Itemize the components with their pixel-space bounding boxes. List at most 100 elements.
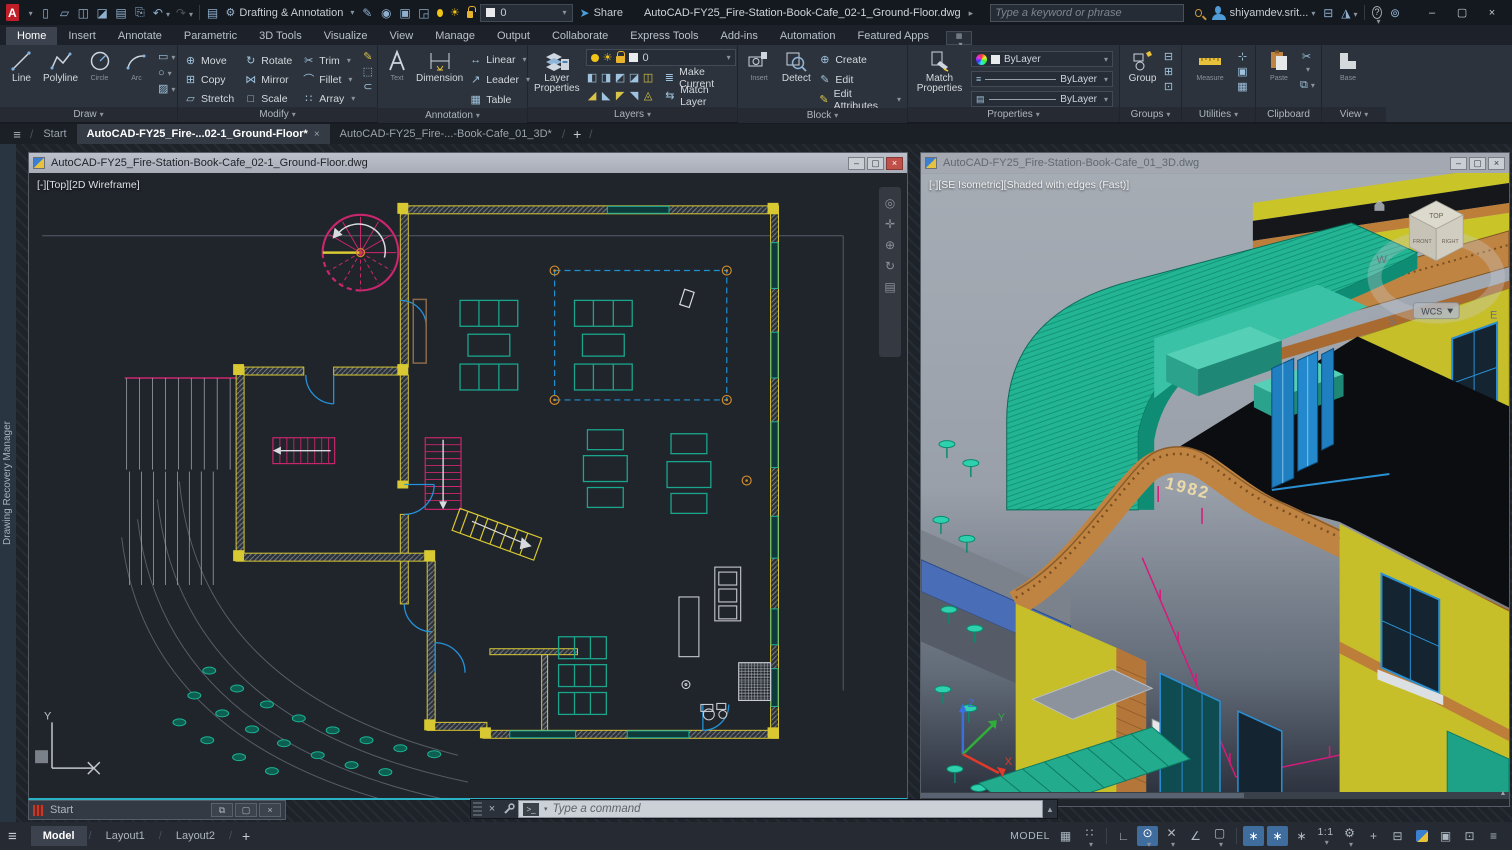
viewcube-east-label[interactable]: E bbox=[1490, 310, 1497, 322]
annotation-visibility-icon[interactable]: ∗ bbox=[1243, 826, 1264, 846]
array-button[interactable]: Array bbox=[302, 90, 355, 107]
zoom-icon[interactable]: ⊕ bbox=[885, 239, 895, 251]
viewport-2d[interactable]: [-][Top][2D Wireframe] ◎ ✛ ⊕ ↻ ▤ bbox=[29, 173, 907, 798]
minimized-start-window[interactable]: Start ⧉ ▢ × bbox=[28, 800, 286, 820]
ribbon-tab-automation[interactable]: Automation bbox=[769, 27, 847, 45]
redo-icon[interactable]: ↷ bbox=[176, 6, 192, 20]
polyline-button[interactable]: Polyline bbox=[43, 49, 78, 84]
fillet-button[interactable]: Fillet bbox=[302, 71, 355, 88]
viewcube-west-label[interactable]: W bbox=[1376, 254, 1387, 266]
quick-layer-combo[interactable]: 0 bbox=[480, 4, 572, 22]
notifications-icon[interactable]: ⊚ bbox=[1389, 6, 1401, 20]
modify-panel-label[interactable]: Modify bbox=[178, 107, 377, 122]
lineweight-combo[interactable]: ≡ ByLayer bbox=[971, 71, 1113, 87]
layer-off-icon[interactable]: ◧ bbox=[586, 72, 599, 86]
rotate-button[interactable]: Rotate bbox=[244, 52, 292, 69]
app-close-button[interactable]: × bbox=[1478, 3, 1506, 23]
measure-button[interactable]: Measure bbox=[1188, 49, 1232, 84]
save-icon[interactable]: ◫ bbox=[77, 6, 89, 20]
linear-button[interactable]: Linear bbox=[469, 51, 530, 68]
ribbon-display-toggle[interactable]: ▦ bbox=[946, 31, 972, 45]
quick-calc-icon[interactable]: ▦ bbox=[1236, 81, 1249, 93]
window-2d-titlebar[interactable]: AutoCAD-FY25_Fire-Station-Book-Cafe_02-1… bbox=[29, 153, 907, 173]
viewport-2d-label[interactable]: [-][Top][2D Wireframe] bbox=[37, 179, 140, 191]
app-minimize-button[interactable]: – bbox=[1418, 3, 1446, 23]
pan-icon[interactable]: ✛ bbox=[885, 218, 895, 230]
scrollbar-arrow-icon[interactable]: ▲ bbox=[1497, 790, 1509, 799]
window-2d-minimize-button[interactable]: – bbox=[848, 157, 865, 170]
window-2d-restore-button[interactable]: ▢ bbox=[867, 157, 884, 170]
layout1-tab[interactable]: Layout1 bbox=[94, 826, 157, 846]
batch-plot-icon[interactable]: ⎘ bbox=[134, 5, 146, 20]
file-tab-menu-icon[interactable]: ≡ bbox=[4, 124, 30, 144]
hatch-icon[interactable] bbox=[158, 83, 171, 96]
text-button[interactable]: Text bbox=[384, 49, 410, 84]
command-line-close-icon[interactable]: × bbox=[484, 800, 500, 818]
undo-icon[interactable]: ↶ bbox=[153, 6, 169, 20]
window-3d-minimize-button[interactable]: – bbox=[1450, 157, 1467, 170]
window-2d-close-button[interactable]: × bbox=[886, 157, 903, 170]
insert-block-button[interactable]: Insert bbox=[744, 49, 774, 84]
window-3d-close-button[interactable]: × bbox=[1488, 157, 1505, 170]
layout-menu-icon[interactable]: ≡ bbox=[8, 828, 17, 845]
annotation-scale-icon[interactable]: ∗ bbox=[1291, 826, 1312, 846]
isolate-objects-icon[interactable]: ▣ bbox=[1435, 826, 1456, 846]
ribbon-tab-add-ins[interactable]: Add-ins bbox=[710, 27, 769, 45]
autodesk-access-icon[interactable]: ◮ bbox=[1341, 6, 1357, 20]
ribbon-tab-output[interactable]: Output bbox=[486, 27, 541, 45]
showmotion-icon[interactable]: ▤ bbox=[884, 281, 895, 293]
viewport-3d[interactable]: [-][SE Isometric][Shaded with edges (Fas… bbox=[921, 173, 1509, 799]
viewcube-top-face[interactable]: TOP bbox=[1429, 213, 1444, 220]
groups-panel-label[interactable]: Groups bbox=[1120, 107, 1181, 122]
isodraft-icon[interactable]: ✕ bbox=[1161, 826, 1182, 846]
pen-tool-icon[interactable]: ✎ bbox=[361, 6, 373, 20]
command-expand-icon[interactable]: ▲ bbox=[1043, 800, 1057, 818]
layer-thaw-all-icon[interactable]: ◤ bbox=[614, 90, 627, 104]
plot-icon[interactable]: ▤ bbox=[115, 6, 127, 20]
units-icon[interactable]: ⊟ bbox=[1387, 826, 1408, 846]
join-icon[interactable] bbox=[361, 81, 374, 93]
start-window-maximize-button[interactable]: ▢ bbox=[235, 803, 257, 817]
trim-button[interactable]: Trim bbox=[302, 52, 355, 69]
layout2-tab[interactable]: Layout2 bbox=[164, 826, 227, 846]
layer-isolate-icon[interactable]: ◨ bbox=[600, 72, 613, 86]
make-current-button[interactable]: Make Current bbox=[664, 71, 736, 85]
layer-properties-button[interactable]: Layer Properties bbox=[534, 49, 580, 94]
search-input[interactable] bbox=[995, 7, 1179, 19]
block-panel-label[interactable]: Block bbox=[738, 108, 907, 123]
file-tab-ground-floor[interactable]: AutoCAD-FY25_Fire-...02-1_Ground-Floor* … bbox=[77, 124, 330, 144]
help-icon[interactable]: ? bbox=[1372, 6, 1382, 19]
ellipse-icon[interactable] bbox=[158, 67, 171, 80]
model-3d-canvas[interactable]: 1982 bbox=[921, 173, 1509, 799]
annotation-panel-label[interactable]: Annotation bbox=[378, 108, 527, 123]
floor-plan-canvas[interactable]: Y bbox=[29, 173, 907, 798]
graphics-performance-icon[interactable] bbox=[1411, 826, 1432, 846]
explode-icon[interactable] bbox=[361, 66, 374, 78]
share-button[interactable]: ➤ Share bbox=[580, 6, 623, 20]
viewport-3d-label[interactable]: [-][SE Isometric][Shaded with edges (Fas… bbox=[929, 179, 1129, 191]
audit-icon[interactable]: ◲ bbox=[418, 6, 430, 20]
ribbon-tab-featured-apps[interactable]: Featured Apps bbox=[846, 27, 940, 45]
linetype-combo[interactable]: ▤ ByLayer bbox=[971, 91, 1113, 107]
layer-on-all-icon[interactable]: ◢ bbox=[586, 90, 599, 104]
copy-button[interactable]: Copy bbox=[184, 71, 234, 88]
object-snap-icon[interactable]: ▢ bbox=[1209, 826, 1230, 846]
layer-match-icon[interactable]: ◬ bbox=[642, 90, 655, 104]
edit-attributes-button[interactable]: Edit Attributes bbox=[818, 91, 901, 108]
copy-clip-icon[interactable]: ⧉ bbox=[1300, 79, 1313, 92]
command-line-grip[interactable] bbox=[473, 802, 482, 816]
command-line-bar[interactable]: × >_ ▾ ▲ bbox=[470, 799, 1058, 819]
ribbon-tab-collaborate[interactable]: Collaborate bbox=[541, 27, 619, 45]
layers-panel-label[interactable]: Layers bbox=[528, 107, 737, 122]
clipboard-panel-label[interactable]: Clipboard bbox=[1256, 107, 1321, 122]
ribbon-tab-home[interactable]: Home bbox=[6, 27, 57, 45]
command-history-dropdown-icon[interactable]: ▾ bbox=[544, 805, 548, 813]
detect-button[interactable]: Detect bbox=[780, 49, 812, 84]
start-window-restore-button[interactable]: ⧉ bbox=[211, 803, 233, 817]
ribbon-tab-parametric[interactable]: Parametric bbox=[173, 27, 248, 45]
layer-unisolate-icon[interactable]: ◣ bbox=[600, 90, 613, 104]
print-icon[interactable]: ▤ bbox=[207, 6, 219, 20]
workspace-switcher[interactable]: ⚙ Drafting & Annotation bbox=[226, 6, 355, 19]
viewcube-south-label[interactable]: S bbox=[1388, 316, 1395, 328]
app-store-cart-icon[interactable]: ⊟ bbox=[1322, 6, 1334, 20]
